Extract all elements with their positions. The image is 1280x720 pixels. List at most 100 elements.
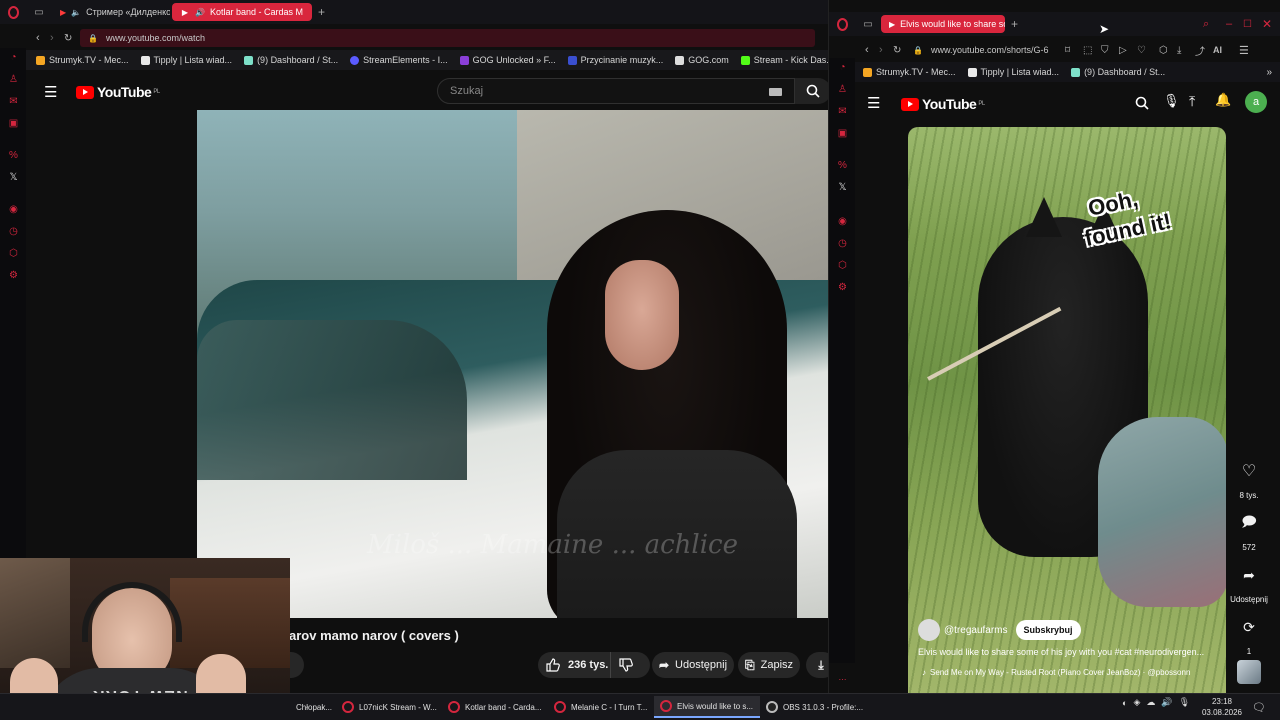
youtube-logo[interactable]: YouTube PL [901, 96, 985, 112]
menu-icon[interactable]: ☰ [867, 94, 880, 112]
new-tab-button[interactable]: + [318, 5, 325, 19]
forward-icon[interactable]: › [879, 44, 893, 56]
search-input[interactable]: Szukaj [437, 78, 795, 104]
taskbar-item-6[interactable]: OBS 31.0.3 - Profile:... [760, 696, 866, 718]
bookmark-7[interactable]: GOG.com [675, 55, 729, 65]
search-icon[interactable] [1135, 96, 1149, 110]
x-twitter-icon[interactable]: 𝕏 [8, 172, 19, 183]
share-action[interactable]: ➦ Udostępnij [1225, 560, 1273, 605]
flow-send-icon[interactable]: ▷ [1119, 45, 1137, 56]
bookmark-1[interactable]: Strumyk.TV - Mec... [863, 67, 956, 77]
notifications-bell-icon[interactable]: 🔔 [1215, 92, 1231, 108]
minimize-icon[interactable]: – [1226, 18, 1232, 30]
reload-icon[interactable]: ↻ [893, 45, 909, 56]
pinboard-icon[interactable]: ▣ [8, 118, 19, 129]
search-tabs-icon[interactable]: ⌕ [1203, 18, 1209, 31]
save-button[interactable]: ⎘ Zapisz [738, 652, 800, 678]
bookmark-5[interactable]: GOG Unlocked » F... [459, 55, 556, 65]
clock[interactable]: 23:18 03.08.2026 [1200, 696, 1244, 718]
bookmark-6[interactable]: Przycinanie muzyk... [567, 55, 663, 65]
downloads-icon[interactable]: ⤓ [1177, 45, 1195, 56]
speaker-icon[interactable]: 🔊 [195, 7, 205, 17]
x-twitter-icon[interactable]: 𝕏 [837, 182, 848, 193]
bookmarks-overflow-icon[interactable]: » [1266, 67, 1272, 78]
aria-icon[interactable]: ♙ [837, 84, 848, 95]
avatar[interactable]: a [1245, 91, 1267, 113]
new-tab-button[interactable]: + [1011, 17, 1018, 31]
menu-icon[interactable]: ☰ [44, 83, 57, 101]
bookmark-2[interactable]: Tipply | Lista wiad... [967, 67, 1059, 77]
youtube-logo[interactable]: YouTube PL [76, 84, 160, 100]
bookmark-2[interactable]: Tipply | Lista wiad... [140, 55, 232, 65]
percent-icon[interactable]: % [8, 150, 19, 161]
subscribe-button[interactable]: Subskrybuj [1015, 620, 1081, 640]
bookmark-1[interactable]: Strumyk.TV - Mec... [36, 55, 129, 65]
easy-setup-icon[interactable]: ☰ [1239, 44, 1255, 57]
tab-workspace-icon[interactable]: ▭ [855, 19, 881, 30]
taskbar-item-1[interactable]: Chłopak... [290, 696, 336, 718]
microphone-icon[interactable]: 🎙 [1163, 93, 1180, 109]
speed-dial-icon[interactable]: ◔ [837, 62, 848, 73]
taskbar-item-3[interactable]: Kotlar band - Carda... [442, 696, 548, 718]
tab-kotlar-band[interactable]: ▶ 🔊 Kotlar band - Cardas M [172, 3, 312, 21]
speed-dial-icon[interactable]: ◔ [8, 52, 19, 63]
download-button[interactable]: ⤓ [806, 652, 828, 678]
short-video-player[interactable]: Ooh, found it! @tregaufarms Subskrybuj E… [908, 127, 1226, 693]
taskbar-item-4[interactable]: Melanie C - I Turn T... [548, 696, 654, 718]
extensions-icon[interactable]: ⬡ [1159, 45, 1177, 56]
pinboard-icon[interactable]: ▣ [837, 128, 848, 139]
history-icon[interactable]: ◷ [837, 238, 848, 249]
taskbar-item-2[interactable]: L07nicK Stream - W... [336, 696, 442, 718]
notification-icon[interactable]: 🗨 [1252, 701, 1266, 714]
back-icon[interactable]: ‹ [36, 32, 50, 44]
reload-icon[interactable]: ↻ [64, 33, 80, 44]
taskbar-item-5[interactable]: Elvis would like to s... [654, 696, 760, 718]
bookmark-8[interactable]: Stream - Kick Das... [740, 55, 828, 65]
snapshot-icon[interactable]: ⬚ [1083, 45, 1101, 56]
heart-icon[interactable]: ♡ [1137, 45, 1155, 56]
messenger-icon[interactable]: ✉ [8, 96, 19, 107]
url-field[interactable]: 🔒 www.youtube.com/watch [80, 29, 815, 47]
search-button[interactable] [795, 78, 828, 104]
maximize-icon[interactable]: ☐ [1243, 19, 1252, 30]
extensions-icon[interactable]: ⬡ [8, 248, 19, 259]
opera-logo-icon[interactable] [829, 17, 855, 31]
share-button[interactable]: ➦ Udostępnij [652, 652, 734, 678]
forward-icon[interactable]: › [50, 32, 64, 44]
comment-action[interactable]: 🗩 572 [1225, 508, 1273, 552]
channel-name[interactable]: @tregaufarms [944, 625, 1008, 636]
extensions-icon[interactable]: ⬡ [837, 260, 848, 271]
aria-icon[interactable]: ♙ [8, 74, 19, 85]
aria-ai-button[interactable]: AI [1213, 45, 1233, 55]
player-icon[interactable]: ◉ [8, 204, 19, 215]
url-field[interactable]: 🔒 www.youtube.com/shorts/G-6 [909, 41, 1059, 59]
more-icon[interactable]: ⋯ [837, 674, 848, 685]
history-icon[interactable]: ◷ [8, 226, 19, 237]
tab-streamer[interactable]: ▶ 🔈 Стример «Дилденко Т [52, 3, 170, 21]
messenger-icon[interactable]: ✉ [837, 106, 848, 117]
close-icon[interactable]: ✕ [1262, 17, 1272, 31]
keyboard-icon[interactable] [769, 88, 782, 96]
tab-elvis-short[interactable]: ▶ Elvis would like to share so [881, 15, 1005, 33]
upload-icon[interactable]: ⤒ [1189, 93, 1195, 110]
short-music-row[interactable]: ♪ Send Me on My Way - Rusted Root (Piano… [922, 668, 1190, 677]
bookmark-4[interactable]: StreamElements - I... [350, 55, 448, 65]
tray-cloud-icon[interactable]: ☁ [1146, 697, 1155, 708]
player-icon[interactable]: ◉ [837, 216, 848, 227]
channel-avatar[interactable] [918, 619, 940, 641]
volume-icon[interactable]: 🔊 [1161, 697, 1172, 708]
like-action[interactable]: ♡ 8 tys. [1225, 456, 1273, 500]
dislike-button[interactable] [610, 652, 640, 678]
adblock-shield-icon[interactable]: ⛉ [1101, 45, 1119, 56]
percent-icon[interactable]: % [837, 160, 848, 171]
remix-action[interactable]: ⟳ 1 [1225, 612, 1273, 657]
video-player[interactable]: Miloš ... Mamaine ... achlice [197, 110, 828, 618]
tray-app-icon[interactable]: ◐ [1122, 698, 1127, 708]
tab-workspace-icon[interactable]: ▭ [26, 7, 52, 18]
back-icon[interactable]: ‹ [865, 44, 879, 56]
short-description[interactable]: Elvis would like to share some of his jo… [918, 647, 1218, 657]
bookmark-3[interactable]: (9) Dashboard / St... [244, 55, 338, 65]
microphone-icon[interactable]: 🎙 [1179, 697, 1190, 708]
bookmark-page-icon[interactable]: ⌑ [1065, 45, 1083, 56]
speaker-icon[interactable]: 🔈 [71, 7, 81, 17]
